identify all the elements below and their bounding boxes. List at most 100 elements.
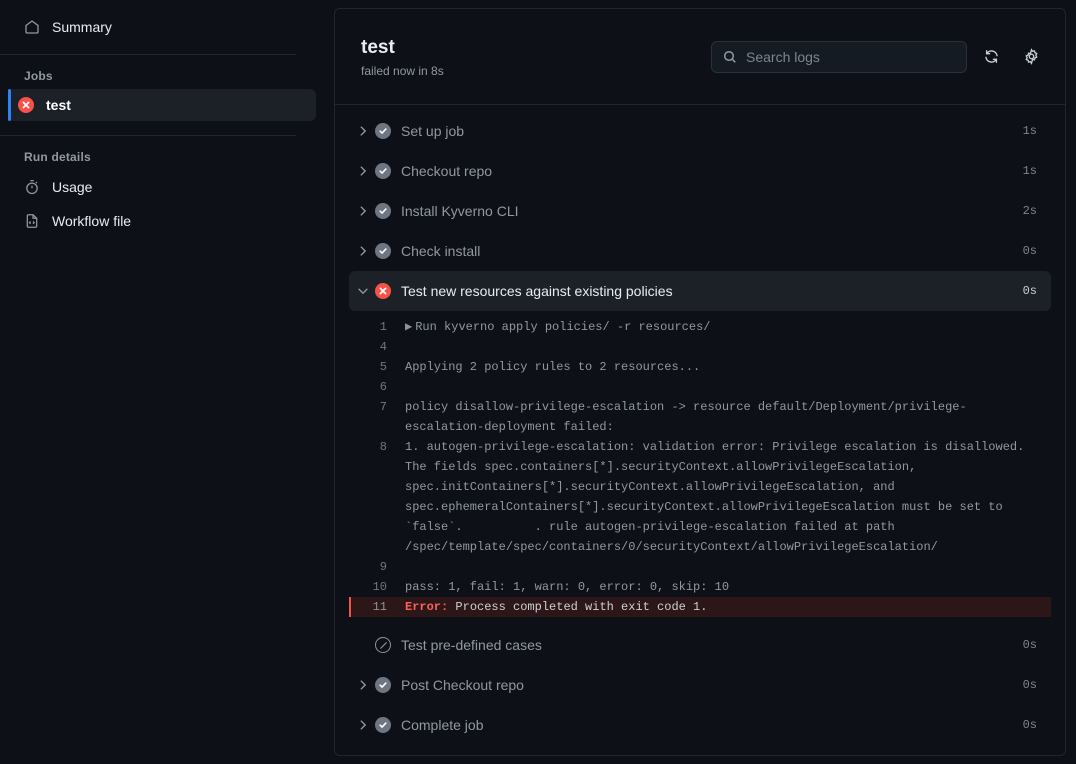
step-row-install-kyverno-cli[interactable]: Install Kyverno CLI2s <box>349 191 1051 231</box>
log-error-prefix: Error: <box>405 600 448 614</box>
log-line-text: pass: 1, fail: 1, warn: 0, error: 0, ski… <box>405 577 1037 597</box>
step-row-complete-job[interactable]: Complete job0s <box>349 705 1051 745</box>
success-check-icon <box>375 123 391 139</box>
step-name: Complete job <box>401 717 1009 733</box>
step-status-icon <box>373 203 393 219</box>
log-line-number: 4 <box>349 337 405 357</box>
sidebar-item-workflow-file-label: Workflow file <box>52 213 131 229</box>
failure-x-icon <box>375 283 391 299</box>
log-line: 4 <box>349 337 1051 357</box>
log-line: 81. autogen-privilege-escalation: valida… <box>349 437 1051 557</box>
log-line: 5Applying 2 policy rules to 2 resources.… <box>349 357 1051 377</box>
log-line: 6 <box>349 377 1051 397</box>
step-row-test-pre-defined-cases[interactable]: Test pre-defined cases0s <box>349 625 1051 665</box>
chevron-right-icon <box>356 244 370 258</box>
step-status-icon <box>373 163 393 179</box>
sidebar-item-usage-label: Usage <box>52 179 92 195</box>
steps-list: Set up job1sCheckout repo1sInstall Kyver… <box>335 105 1065 755</box>
sidebar-top: Summary <box>0 0 330 44</box>
sidebar-item-job-test[interactable]: test <box>8 89 316 121</box>
log-line: 11Error: Process completed with exit cod… <box>349 597 1051 617</box>
sidebar-section-run-details-title: Run details <box>0 136 330 170</box>
step-row-post-checkout-repo[interactable]: Post Checkout repo0s <box>349 665 1051 705</box>
log-line-number: 11 <box>349 597 405 617</box>
page-title: test <box>361 36 711 60</box>
step-expand-toggle[interactable] <box>353 678 373 692</box>
refresh-button[interactable] <box>975 41 1007 73</box>
log-output: 1▶Run kyverno apply policies/ -r resourc… <box>349 311 1051 625</box>
log-line-number: 1 <box>349 317 405 337</box>
settings-button[interactable] <box>1015 41 1047 73</box>
success-check-icon <box>375 203 391 219</box>
log-line: 10pass: 1, fail: 1, warn: 0, error: 0, s… <box>349 577 1051 597</box>
skipped-icon <box>375 637 391 653</box>
log-line-number: 6 <box>349 377 405 397</box>
run-status-text: failed now in 8s <box>361 64 711 78</box>
step-status-icon <box>373 123 393 139</box>
log-panel-header: test failed now in 8s <box>335 9 1065 105</box>
sidebar-section-jobs-title: Jobs <box>0 55 330 89</box>
search-logs-box[interactable] <box>711 41 967 73</box>
sidebar-item-summary-label: Summary <box>52 19 112 35</box>
step-expand-toggle[interactable] <box>353 204 373 218</box>
step-name: Check install <box>401 243 1009 259</box>
step-duration: 1s <box>1009 164 1037 178</box>
refresh-icon <box>983 48 1000 65</box>
step-row-check-install[interactable]: Check install0s <box>349 231 1051 271</box>
chevron-right-icon <box>356 678 370 692</box>
step-name: Checkout repo <box>401 163 1009 179</box>
sidebar-item-summary[interactable]: Summary <box>14 10 316 44</box>
step-expand-toggle[interactable] <box>353 164 373 178</box>
log-line: 1▶Run kyverno apply policies/ -r resourc… <box>349 317 1051 337</box>
step-row-test-new-resources-against-existing-policies[interactable]: Test new resources against existing poli… <box>349 271 1051 311</box>
chevron-right-icon <box>356 164 370 178</box>
chevron-right-icon <box>356 124 370 138</box>
step-duration: 0s <box>1009 284 1037 298</box>
step-duration: 0s <box>1009 638 1037 652</box>
step-status-icon <box>373 243 393 259</box>
log-panel: test failed now in 8s <box>334 8 1066 756</box>
success-check-icon <box>375 243 391 259</box>
step-status-icon <box>373 283 393 299</box>
log-line-text: ▶Run kyverno apply policies/ -r resource… <box>405 317 1037 337</box>
log-line-number: 7 <box>349 397 405 417</box>
log-line-number: 9 <box>349 557 405 577</box>
log-group-toggle-icon[interactable]: ▶ <box>405 320 412 334</box>
step-name: Post Checkout repo <box>401 677 1009 693</box>
step-status-icon <box>373 637 393 653</box>
workflow-file-icon <box>24 213 40 229</box>
success-check-icon <box>375 677 391 693</box>
step-status-icon <box>373 717 393 733</box>
chevron-right-icon <box>356 718 370 732</box>
sidebar-run-details-list: Usage Workflow file <box>0 170 330 238</box>
sidebar-item-workflow-file[interactable]: Workflow file <box>14 204 316 238</box>
step-expand-toggle[interactable] <box>353 718 373 732</box>
step-name: Set up job <box>401 123 1009 139</box>
sidebar-item-usage[interactable]: Usage <box>14 170 316 204</box>
search-input[interactable] <box>746 49 956 65</box>
header-text-block: test failed now in 8s <box>361 36 711 78</box>
step-expand-toggle[interactable] <box>353 284 373 298</box>
sidebar: Summary Jobs test Run details <box>0 0 330 764</box>
stopwatch-icon <box>24 179 40 195</box>
step-name: Install Kyverno CLI <box>401 203 1009 219</box>
step-row-set-up-job[interactable]: Set up job1s <box>349 111 1051 151</box>
log-line-text: Error: Process completed with exit code … <box>405 597 1037 617</box>
log-line-text: Applying 2 policy rules to 2 resources..… <box>405 357 1037 377</box>
search-icon <box>722 49 738 65</box>
step-row-checkout-repo[interactable]: Checkout repo1s <box>349 151 1051 191</box>
log-line-number: 10 <box>349 577 405 597</box>
log-line-text: policy disallow-privilege-escalation -> … <box>405 397 1037 437</box>
step-expand-toggle[interactable] <box>353 124 373 138</box>
success-check-icon <box>375 163 391 179</box>
step-name: Test new resources against existing poli… <box>401 283 1009 299</box>
step-duration: 1s <box>1009 124 1037 138</box>
home-icon <box>24 19 40 35</box>
step-expand-toggle[interactable] <box>353 244 373 258</box>
chevron-right-icon <box>356 204 370 218</box>
step-duration: 0s <box>1009 678 1037 692</box>
step-duration: 0s <box>1009 718 1037 732</box>
step-duration: 2s <box>1009 204 1037 218</box>
step-duration: 0s <box>1009 244 1037 258</box>
log-line: 7policy disallow-privilege-escalation ->… <box>349 397 1051 437</box>
